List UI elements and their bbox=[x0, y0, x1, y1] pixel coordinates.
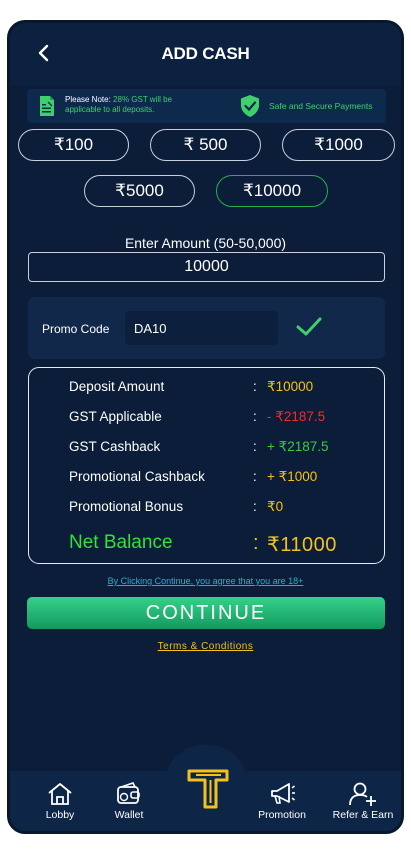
summary-row-gst: GST Applicable : - ₹2187.5 bbox=[29, 407, 384, 427]
notice-suffix: applicable to all deposits. bbox=[65, 105, 155, 114]
summary-colon: : bbox=[253, 532, 259, 554]
summary-label: Promotional Cashback bbox=[69, 469, 205, 484]
summary-colon: : bbox=[253, 439, 257, 454]
nav-promotion[interactable]: Promotion bbox=[247, 781, 317, 821]
gst-notice-text: Please Note: 28% GST will be applicable … bbox=[65, 95, 205, 115]
summary-value: ₹10000 bbox=[267, 379, 314, 394]
megaphone-icon bbox=[271, 783, 295, 804]
nav-wallet-label: Wallet bbox=[114, 809, 144, 821]
nav-lobby-label: Lobby bbox=[45, 809, 75, 821]
summary-label: Deposit Amount bbox=[69, 379, 165, 394]
summary-colon: : bbox=[253, 499, 257, 514]
amount-chip-5000[interactable]: ₹5000 bbox=[84, 175, 195, 207]
document-icon bbox=[40, 96, 54, 116]
add-user-icon bbox=[349, 782, 376, 806]
nav-refer-earn-label: Refer & Earn bbox=[332, 809, 394, 821]
header: ADD CASH bbox=[10, 23, 401, 85]
summary-row-deposit: Deposit Amount : ₹10000 bbox=[29, 377, 384, 397]
nav-promotion-label: Promotion bbox=[258, 809, 306, 821]
summary-row-promo-bonus: Promotional Bonus : ₹0 bbox=[29, 497, 384, 517]
app-screen: ADD CASH Please Note: 28% GST will be ap… bbox=[7, 20, 404, 834]
app-logo-icon[interactable] bbox=[186, 767, 230, 811]
nav-lobby[interactable]: Lobby bbox=[25, 781, 95, 821]
secure-payments-label: Safe and Secure Payments bbox=[269, 101, 373, 111]
net-balance-value: ₹11000 bbox=[267, 534, 337, 556]
back-arrow-icon[interactable] bbox=[32, 39, 56, 67]
home-icon bbox=[48, 783, 72, 805]
summary-value: ₹0 bbox=[267, 499, 284, 514]
age-agreement-link[interactable]: By Clicking Continue, you agree that you… bbox=[10, 576, 401, 586]
deposit-summary: Deposit Amount : ₹10000 GST Applicable :… bbox=[28, 367, 385, 564]
summary-colon: : bbox=[253, 409, 257, 424]
summary-row-promo-cashback: Promotional Cashback : + ₹1000 bbox=[29, 467, 384, 487]
nav-wallet[interactable]: Wallet bbox=[94, 781, 164, 821]
summary-value: + ₹2187.5 bbox=[267, 439, 329, 454]
amount-chip-1000[interactable]: ₹1000 bbox=[282, 129, 395, 161]
amount-chip-500[interactable]: ₹ 500 bbox=[150, 129, 261, 161]
summary-label: GST Applicable bbox=[69, 409, 162, 424]
shield-check-icon bbox=[241, 95, 259, 117]
summary-colon: : bbox=[253, 469, 257, 484]
page-title: ADD CASH bbox=[161, 44, 250, 63]
amount-label: Enter Amount (50-50,000) bbox=[124, 235, 287, 251]
notice-prefix: Please Note: bbox=[65, 95, 111, 104]
promo-code-section: Promo Code bbox=[28, 297, 385, 359]
amount-input[interactable] bbox=[28, 252, 385, 282]
terms-link[interactable]: Terms & Conditions bbox=[10, 641, 401, 652]
summary-row-gst-cashback: GST Cashback : + ₹2187.5 bbox=[29, 437, 384, 457]
wallet-icon bbox=[117, 782, 140, 804]
promo-code-input[interactable] bbox=[125, 311, 278, 345]
summary-label: Promotional Bonus bbox=[69, 499, 184, 514]
nav-refer-earn[interactable]: Refer & Earn bbox=[324, 781, 401, 821]
gst-notice: Please Note: 28% GST will be applicable … bbox=[27, 89, 386, 123]
promo-code-label: Promo Code bbox=[42, 322, 110, 336]
summary-colon: : bbox=[253, 379, 257, 394]
amount-chip-100[interactable]: ₹100 bbox=[18, 129, 129, 161]
continue-button[interactable]: CONTINUE bbox=[27, 597, 385, 629]
amount-chip-10000[interactable]: ₹10000 bbox=[216, 175, 328, 207]
summary-value: - ₹2187.5 bbox=[267, 409, 326, 424]
checkmark-icon[interactable] bbox=[295, 315, 323, 339]
notice-highlight: 28% GST will be bbox=[113, 95, 173, 104]
summary-value: + ₹1000 bbox=[267, 469, 318, 484]
summary-row-net-balance: Net Balance : ₹11000 bbox=[29, 532, 384, 558]
summary-label: GST Cashback bbox=[69, 439, 161, 454]
net-balance-label: Net Balance bbox=[69, 532, 173, 553]
